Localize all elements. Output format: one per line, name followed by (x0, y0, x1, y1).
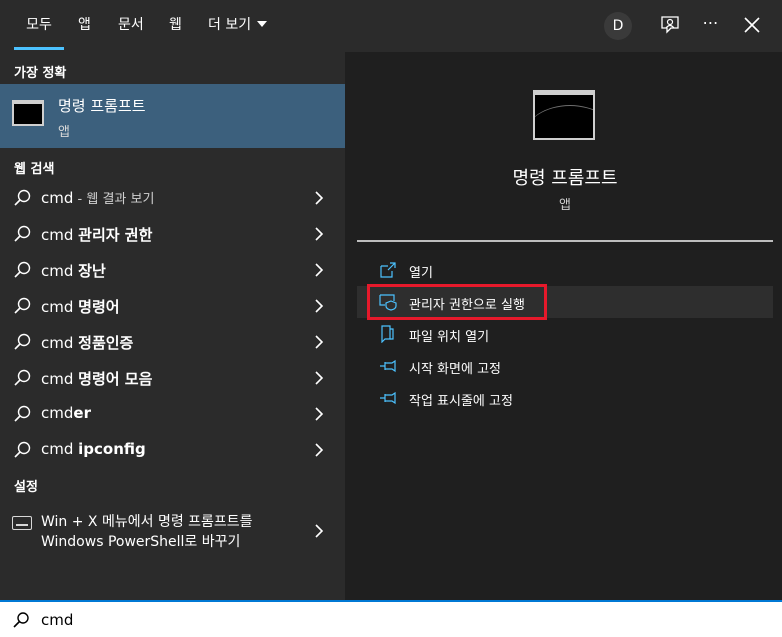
web-result-suffix: 관리자 권한 (78, 226, 153, 244)
action-open[interactable]: 열기 (357, 254, 773, 286)
web-result-text: cmd 명령어 모음 (41, 368, 152, 389)
web-result-text: cmd 명령어 (41, 296, 120, 317)
top-bar: 모두 앱 문서 웹 더 보기 D ⋯ (0, 0, 782, 52)
divider (357, 240, 773, 242)
highlight-box (367, 284, 547, 320)
web-result-item[interactable]: cmder (0, 396, 345, 432)
web-result-prefix: cmd (41, 334, 79, 352)
web-result-text: cmd - 웹 결과 보기 (41, 188, 154, 207)
web-result-item[interactable]: cmd 명령어 (0, 288, 345, 324)
web-result-text: cmder (41, 404, 91, 422)
section-web-search: 웹 검색 (14, 162, 55, 177)
action-pin-to-start-label: 시작 화면에 고정 (409, 362, 501, 377)
settings-result-line2: Windows PowerShell로 바꾸기 (41, 534, 241, 550)
avatar[interactable]: D (604, 12, 632, 40)
section-settings: 설정 (14, 480, 38, 495)
keyboard-icon (12, 516, 32, 530)
chevron-right-icon[interactable] (313, 298, 325, 314)
settings-result-line1: Win + X 메뉴에서 명령 프롬프트를 (41, 514, 253, 530)
action-pin-to-taskbar[interactable]: 작업 표시줄에 고정 (357, 382, 773, 414)
tab-more[interactable]: 더 보기 (208, 0, 268, 50)
search-icon (12, 404, 32, 424)
action-open-label: 열기 (409, 266, 433, 281)
search-bar[interactable]: cmd (0, 600, 782, 637)
caret-down-icon (257, 21, 268, 27)
section-best-match: 가장 정확 (14, 66, 67, 81)
search-icon (12, 440, 32, 460)
action-open-file-location-label: 파일 위치 열기 (409, 330, 490, 345)
web-result-item[interactable]: cmd - 웹 결과 보기 (0, 180, 345, 216)
search-icon (12, 188, 32, 208)
search-icon (12, 332, 32, 352)
best-match-title: 명령 프롬프트 (58, 97, 146, 115)
search-icon (12, 368, 32, 388)
close-icon[interactable] (740, 13, 764, 37)
chevron-right-icon[interactable] (313, 406, 325, 422)
web-result-text: cmd 정품인증 (41, 332, 133, 353)
web-result-hint: - 웹 결과 보기 (73, 192, 155, 207)
web-result-item[interactable]: cmd 명령어 모음 (0, 360, 345, 396)
open-icon (379, 261, 397, 279)
action-open-file-location[interactable]: 파일 위치 열기 (357, 318, 773, 350)
preview-subtitle: 앱 (559, 198, 571, 213)
web-result-item[interactable]: cmd 정품인증 (0, 324, 345, 360)
chevron-right-icon[interactable] (313, 262, 325, 278)
feedback-icon[interactable] (658, 13, 682, 37)
chevron-right-icon[interactable] (313, 370, 325, 386)
search-input[interactable]: cmd (41, 611, 73, 629)
web-result-suffix: 정품인증 (78, 334, 134, 352)
web-result-suffix: er (73, 404, 91, 422)
chevron-right-icon[interactable] (313, 226, 325, 242)
web-result-prefix: cmd (41, 440, 79, 458)
web-result-suffix: 명령어 (78, 298, 120, 316)
chevron-right-icon[interactable] (313, 190, 325, 206)
web-result-item[interactable]: cmd 장난 (0, 252, 345, 288)
command-prompt-large-icon (533, 90, 595, 140)
best-match-item[interactable]: 명령 프롬프트 앱 (0, 84, 345, 148)
chevron-right-icon[interactable] (313, 442, 325, 458)
web-result-prefix: cmd (41, 226, 79, 244)
web-result-prefix: cmd (41, 189, 74, 207)
results-pane: 가장 정확 명령 프롬프트 앱 웹 검색 cmd - 웹 결과 보기 cmd 관… (0, 52, 345, 600)
tab-web[interactable]: 웹 (169, 0, 182, 50)
web-result-suffix: ipconfig (78, 440, 146, 458)
web-result-prefix: cmd (41, 262, 79, 280)
preview-pane: 명령 프롬프트 앱 열기 관리자 권한으로 실행 파일 위치 열기 시작 화면에… (357, 64, 773, 600)
web-result-item[interactable]: cmd 관리자 권한 (0, 216, 345, 252)
search-icon (12, 224, 32, 244)
best-match-subtitle: 앱 (58, 125, 70, 140)
action-pin-to-taskbar-label: 작업 표시줄에 고정 (409, 394, 513, 409)
web-result-text: cmd 관리자 권한 (41, 224, 152, 245)
tab-all[interactable]: 모두 (14, 0, 64, 50)
web-result-item[interactable]: cmd ipconfig (0, 432, 345, 468)
web-result-prefix: cmd (41, 298, 79, 316)
pin-icon (379, 357, 397, 375)
search-icon (12, 260, 32, 280)
file-location-icon (379, 325, 397, 344)
chevron-right-icon[interactable] (313, 523, 325, 539)
web-result-text: cmd ipconfig (41, 440, 146, 458)
web-result-suffix: 장난 (78, 262, 106, 280)
command-prompt-icon (12, 100, 44, 126)
search-icon (12, 296, 32, 316)
preview-title: 명령 프롬프트 (512, 168, 618, 189)
web-result-prefix: cmd (41, 404, 74, 422)
web-result-suffix: 명령어 모음 (78, 370, 153, 388)
action-pin-to-start[interactable]: 시작 화면에 고정 (357, 350, 773, 382)
tab-apps[interactable]: 앱 (78, 0, 91, 50)
tab-more-label: 더 보기 (208, 17, 252, 33)
search-icon (12, 611, 30, 629)
tab-documents[interactable]: 문서 (118, 0, 144, 50)
chevron-right-icon[interactable] (313, 334, 325, 350)
more-options-icon[interactable]: ⋯ (699, 13, 723, 37)
web-result-prefix: cmd (41, 370, 79, 388)
settings-result-item[interactable]: Win + X 메뉴에서 명령 프롬프트를 Windows PowerShell… (0, 507, 345, 557)
pin-icon (379, 389, 397, 407)
web-result-text: cmd 장난 (41, 260, 106, 281)
